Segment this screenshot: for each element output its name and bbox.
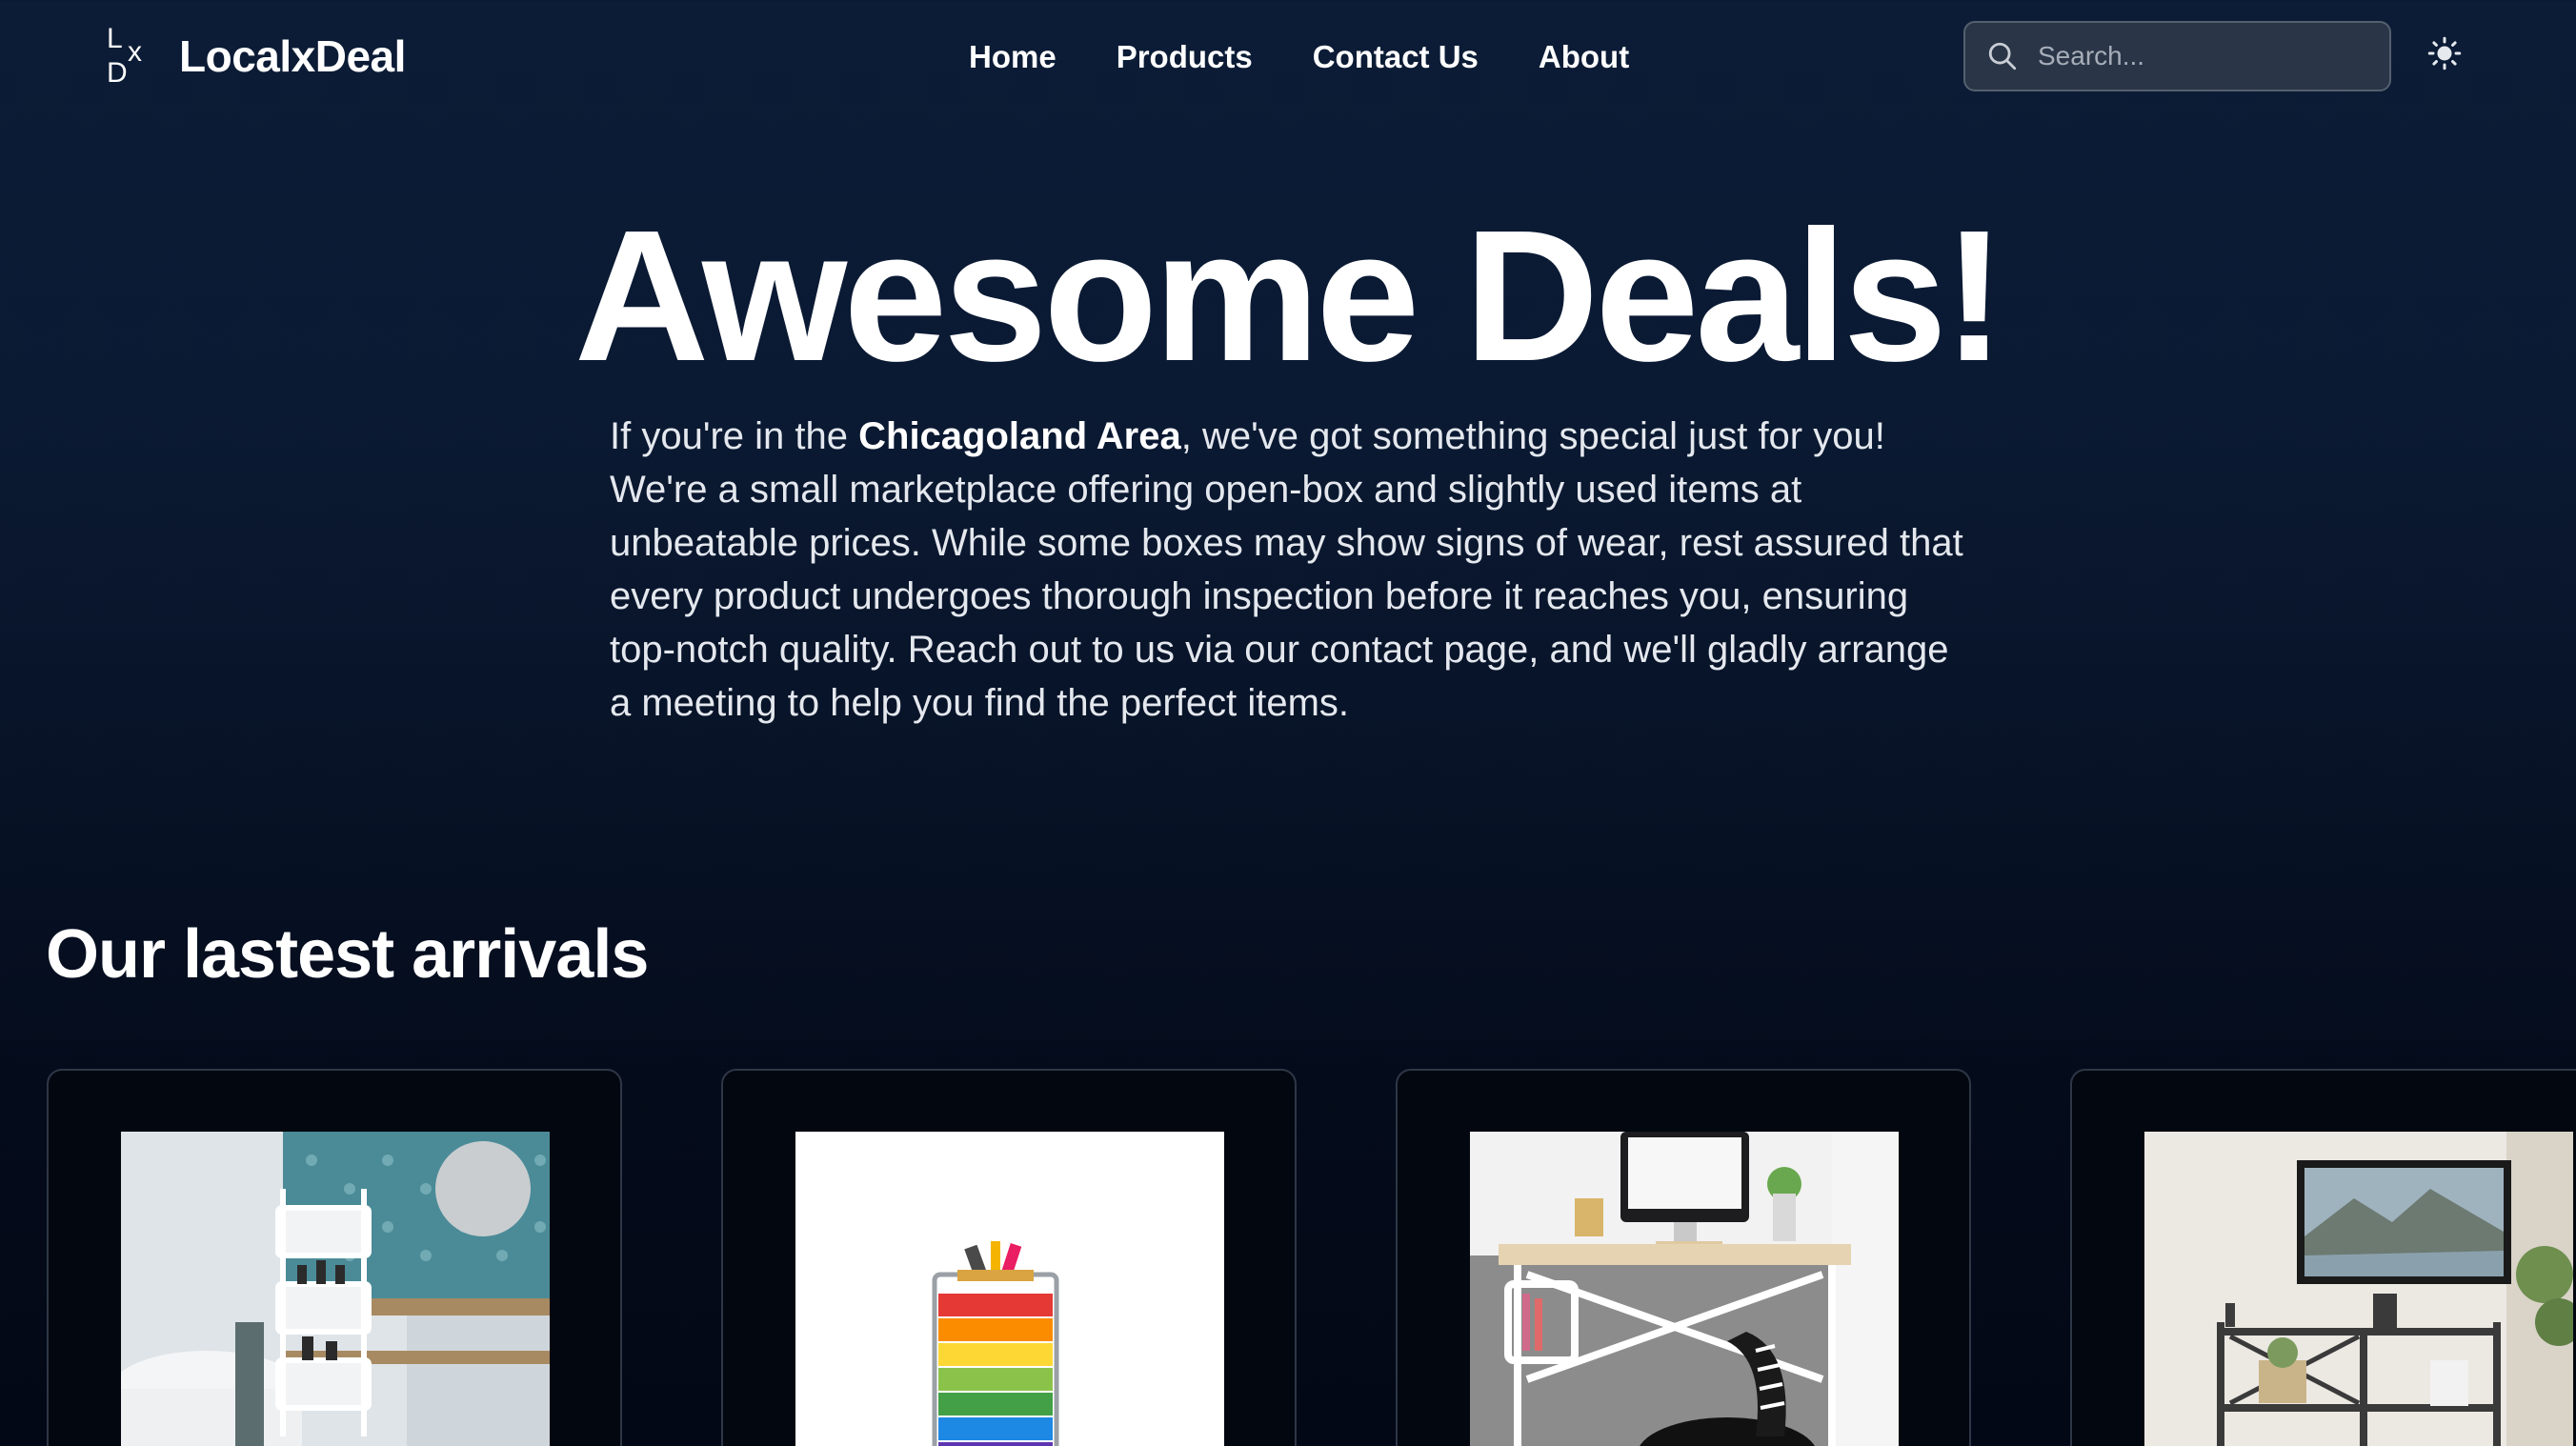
- product-image[interactable]: [795, 1132, 1224, 1446]
- product-image[interactable]: [1470, 1132, 1899, 1446]
- search-input[interactable]: [2036, 27, 2384, 86]
- product-image[interactable]: [121, 1132, 550, 1446]
- nav-home[interactable]: Home: [969, 34, 1057, 80]
- logo-letter-l: L: [107, 23, 123, 54]
- nav-contact-us[interactable]: Contact Us: [1313, 34, 1479, 80]
- product-card[interactable]: [1396, 1069, 1971, 1446]
- product-card[interactable]: [47, 1069, 622, 1446]
- nav-products[interactable]: Products: [1117, 34, 1253, 80]
- brand-logo-mark: L x D: [103, 25, 149, 88]
- brand-logo-link[interactable]: L x D LocalxDeal: [103, 25, 406, 88]
- logo-letter-d: D: [107, 57, 128, 89]
- hero-intro-location: Chicagoland Area: [858, 415, 1181, 457]
- search-box: [1963, 21, 2391, 91]
- product-image[interactable]: [2144, 1132, 2573, 1446]
- latest-arrivals-heading: Our lastest arrivals: [46, 916, 649, 993]
- theme-toggle-button[interactable]: [2422, 29, 2467, 82]
- hero-intro-lead: If you're in the: [610, 415, 859, 457]
- logo-letter-x: x: [128, 36, 142, 68]
- hero-intro: If you're in the Chicagoland Area, we've…: [610, 410, 1972, 730]
- product-card[interactable]: [2070, 1069, 2576, 1446]
- brand-name: LocalxDeal: [179, 31, 406, 81]
- product-card[interactable]: [721, 1069, 1297, 1446]
- site-header: L x D LocalxDeal Home Products Contact U…: [0, 0, 2576, 116]
- sun-icon: [2427, 36, 2462, 75]
- nav-about[interactable]: About: [1539, 34, 1629, 80]
- main-nav: Home Products Contact Us About: [969, 34, 1629, 80]
- search-icon[interactable]: [1986, 39, 2019, 73]
- hero-intro-body: , we've got something special just for y…: [610, 415, 1963, 724]
- hero-title: Awesome Deals!: [574, 191, 2005, 400]
